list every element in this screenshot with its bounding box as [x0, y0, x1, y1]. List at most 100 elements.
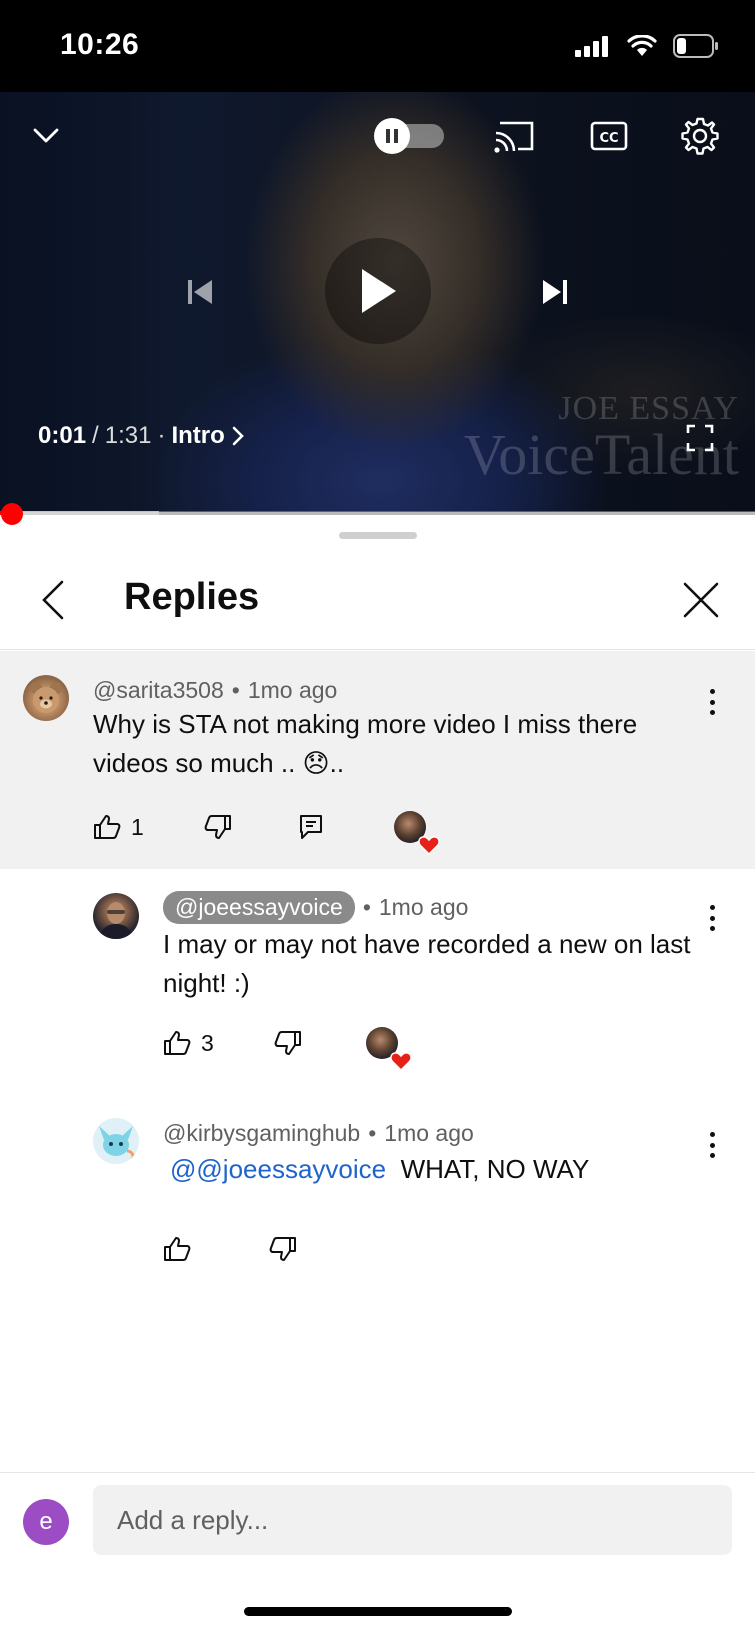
- cast-button[interactable]: [490, 114, 540, 158]
- comment-meta: @joeessayvoice • 1mo ago: [163, 891, 468, 924]
- avatar[interactable]: [23, 675, 69, 721]
- creature-avatar-icon: [99, 1126, 135, 1162]
- creator-handle-chip[interactable]: @joeessayvoice: [163, 891, 355, 924]
- skip-next-icon: [543, 280, 567, 304]
- chevron-right-icon: [232, 426, 244, 446]
- next-video-button[interactable]: [527, 264, 583, 320]
- comment-meta: @sarita3508 • 1mo ago: [93, 677, 337, 704]
- video-progress-bar[interactable]: [0, 511, 755, 515]
- progress-scrubber-handle[interactable]: [1, 503, 23, 525]
- comment-actions: 3: [163, 1027, 412, 1071]
- battery-icon: [673, 34, 718, 58]
- thumbs-down-icon: [269, 1237, 296, 1261]
- person-avatar-icon: [99, 902, 133, 939]
- pause-icon: [374, 118, 410, 154]
- sheet-drag-handle[interactable]: [339, 532, 417, 539]
- creator-heart-badge: [393, 811, 440, 855]
- comment-text-wrapper: @@joeessayvoice WHAT, NO WAY: [170, 1150, 710, 1189]
- fullscreen-icon: [686, 424, 714, 452]
- like-button[interactable]: 1: [93, 814, 144, 841]
- avatar[interactable]: [93, 1118, 139, 1164]
- meta-separator: •: [231, 677, 240, 703]
- comment-text: WHAT, NO WAY: [400, 1154, 590, 1184]
- like-button[interactable]: 3: [163, 1030, 214, 1057]
- comment-reply-icon: [299, 815, 322, 839]
- play-button[interactable]: [325, 238, 431, 344]
- svg-text:CC: CC: [599, 131, 618, 146]
- play-icon: [362, 269, 396, 313]
- like-count: 1: [131, 813, 144, 840]
- status-icons: [575, 34, 719, 58]
- autoplay-toggle[interactable]: [374, 118, 446, 154]
- teddy-bear-avatar-icon: [30, 682, 62, 713]
- wifi-icon: [627, 35, 657, 56]
- video-player[interactable]: JOE ESSAY VoiceTalent CC 0:01 / 1:31 · I…: [0, 92, 755, 512]
- sheet-header: Replies: [0, 550, 755, 650]
- chapter-separator: ·: [157, 422, 166, 449]
- progress-buffered: [0, 511, 159, 515]
- thumbs-up-icon: [94, 815, 121, 839]
- thumbs-up-icon: [164, 1237, 191, 1261]
- reply-button[interactable]: [298, 814, 324, 840]
- status-time: 10:26: [60, 28, 140, 61]
- like-count: 3: [201, 1029, 214, 1056]
- gear-icon: [681, 117, 719, 155]
- creator-avatar: [393, 811, 440, 855]
- mention-link[interactable]: @@joeessayvoice: [170, 1154, 386, 1184]
- reply-comment: @joeessayvoice • 1mo ago I may or may no…: [0, 869, 755, 1085]
- reply-comment: @kirbysgaminghub • 1mo ago @@joeessayvoi…: [0, 1094, 755, 1274]
- dislike-button[interactable]: [204, 814, 232, 840]
- time-display[interactable]: 0:01 / 1:31 · Intro: [38, 422, 245, 450]
- cellular-signal-icon: [575, 36, 608, 57]
- creator-heart-badge: [365, 1027, 412, 1071]
- dislike-button[interactable]: [274, 1030, 302, 1056]
- creator-avatar: [365, 1027, 412, 1071]
- meta-separator: •: [368, 1120, 377, 1146]
- closed-captions-icon: CC: [590, 121, 628, 151]
- home-indicator: [244, 1607, 512, 1616]
- like-button[interactable]: [163, 1236, 191, 1262]
- heart-icon: [418, 836, 440, 855]
- comment-text: I may or may not have recorded a new on …: [163, 929, 691, 998]
- skip-previous-icon: [188, 280, 212, 304]
- chevron-down-icon: [33, 128, 59, 143]
- reply-bar: e: [0, 1472, 755, 1572]
- reply-input[interactable]: [93, 1485, 732, 1555]
- sheet-title: Replies: [124, 576, 260, 618]
- chapter-title: Intro: [171, 422, 225, 449]
- parent-comment: @sarita3508 • 1mo ago Why is STA not mak…: [0, 651, 755, 869]
- close-icon: [683, 582, 719, 618]
- previous-video-button[interactable]: [172, 264, 228, 320]
- cast-icon: [494, 121, 534, 153]
- my-avatar: e: [23, 1499, 69, 1545]
- thumbs-up-icon: [164, 1031, 191, 1055]
- comment-time: 1mo ago: [384, 1120, 474, 1146]
- comment-author[interactable]: @sarita3508: [93, 677, 224, 704]
- status-bar: 10:26: [0, 0, 755, 92]
- replies-sheet: Replies @sarita3508 • 1mo ago Why is STA…: [0, 516, 755, 1634]
- comment-time: 1mo ago: [247, 677, 338, 703]
- minimize-player-button[interactable]: [24, 114, 68, 158]
- comment-meta: @kirbysgaminghub • 1mo ago: [163, 1120, 474, 1147]
- captions-button[interactable]: CC: [584, 114, 634, 158]
- close-button[interactable]: [673, 572, 729, 628]
- duration: 1:31: [104, 422, 152, 449]
- current-time: 0:01: [38, 422, 87, 449]
- time-separator: /: [92, 422, 99, 449]
- comment-text: Why is STA not making more video I miss …: [93, 709, 638, 778]
- avatar[interactable]: [93, 893, 139, 939]
- back-button[interactable]: [25, 572, 81, 628]
- comment-actions: 1: [93, 811, 440, 855]
- dislike-button[interactable]: [269, 1236, 297, 1262]
- meta-separator: •: [362, 894, 371, 920]
- heart-icon: [390, 1052, 412, 1071]
- comment-author[interactable]: @kirbysgaminghub: [163, 1120, 360, 1147]
- comment-more-button[interactable]: [705, 689, 719, 715]
- fullscreen-button[interactable]: [680, 418, 720, 458]
- comment-time: 1mo ago: [378, 894, 469, 920]
- settings-button[interactable]: [676, 112, 724, 160]
- comment-more-button[interactable]: [705, 905, 719, 931]
- thumbs-down-icon: [274, 1031, 301, 1055]
- back-arrow-icon: [42, 580, 64, 620]
- comment-actions: [163, 1236, 297, 1262]
